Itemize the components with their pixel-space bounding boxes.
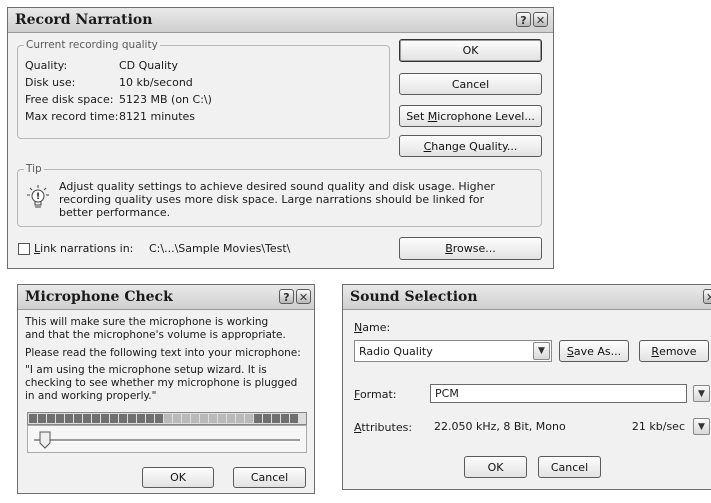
name-select[interactable]: Radio Quality ▼ (354, 340, 552, 362)
mic-cancel-button[interactable]: Cancel (233, 467, 306, 488)
name-value: Radio Quality (359, 344, 433, 358)
free-disk-label: Free disk space: (25, 93, 114, 106)
microphone-check-dialog: Microphone Check ? ✕ This will make sure… (17, 284, 315, 494)
close-icon[interactable]: ✕ (703, 289, 711, 304)
slider-thumb[interactable] (39, 431, 51, 452)
disk-use-label: Disk use: (25, 76, 76, 89)
sound-selection-dialog: Sound Selection ✕ Name: Radio Quality ▼ … (342, 284, 711, 490)
mic-check-quote: "I am using the microphone setup wizard.… (25, 364, 298, 402)
attributes-label: Attributes: (354, 421, 412, 434)
help-icon[interactable]: ? (279, 289, 294, 304)
chevron-down-icon[interactable]: ▼ (693, 418, 710, 435)
mic-ok-label: OK (170, 471, 186, 484)
close-icon[interactable]: ✕ (296, 289, 311, 304)
set-microphone-level-button[interactable]: Set Microphone Level... (399, 105, 542, 127)
format-select[interactable]: PCM (430, 384, 687, 403)
record-narration-titlebar: Record Narration ? ✕ (8, 8, 553, 33)
format-label-text: ormat: (359, 388, 397, 401)
change-quality-button[interactable]: Change Quality... (399, 135, 542, 157)
remove-label: emove (659, 344, 697, 358)
attributes-label-text: ttributes: (361, 421, 413, 434)
change-quality-label: hange Quality... (431, 139, 518, 153)
sound-ok-button[interactable]: OK (464, 456, 527, 478)
set-mic-label-accel: M (427, 109, 438, 123)
sound-cancel-button[interactable]: Cancel (538, 456, 601, 478)
sound-selection-title: Sound Selection (350, 289, 478, 305)
ok-button[interactable]: OK (399, 39, 542, 62)
mic-check-title: Microphone Check (25, 289, 173, 305)
format-label: Format: (354, 388, 396, 401)
link-path: C:\...\Sample Movies\Test\ (149, 242, 291, 255)
attributes-value: 22.050 kHz, 8 Bit, Mono (434, 420, 566, 433)
change-quality-accel: C (423, 139, 432, 153)
name-accel: N (354, 321, 363, 334)
link-narrations-checkbox[interactable] (18, 243, 30, 255)
quality-label: Quality: (25, 59, 68, 72)
chevron-down-icon[interactable]: ▼ (693, 385, 710, 402)
attributes-rate: 21 kb/sec (631, 420, 685, 433)
remove-button[interactable]: Remove (639, 340, 709, 362)
save-as-button[interactable]: Save As... (559, 340, 629, 362)
volume-slider[interactable] (27, 425, 307, 453)
link-label-text: ink narrations in: (40, 242, 134, 255)
name-label: Name: (354, 321, 390, 334)
max-record-label: Max record time: (25, 110, 119, 123)
mic-check-line2: Please read the following text into your… (25, 347, 301, 359)
disk-use-value: 10 kb/second (119, 76, 193, 89)
tip-lightbulb-icon: ! (27, 184, 49, 213)
slider-track (34, 439, 300, 442)
tip-group: Tip ! Adjust quality settings to achieve… (17, 163, 542, 227)
name-label-text: ame: (362, 321, 391, 334)
set-mic-label-post: icrophone Level... (437, 109, 535, 123)
set-mic-label-pre: Set (406, 109, 428, 123)
close-icon[interactable]: ✕ (533, 12, 548, 27)
cancel-button-label: Cancel (451, 77, 490, 91)
mic-check-line1: This will make sure the microphone is wo… (25, 316, 286, 341)
save-as-accel: S (566, 344, 574, 358)
mic-cancel-label: Cancel (250, 471, 289, 484)
format-value: PCM (435, 387, 459, 400)
help-icon[interactable]: ? (516, 12, 531, 27)
save-as-label: ave As... (573, 344, 622, 358)
svg-text:!: ! (36, 192, 40, 202)
link-narrations-label[interactable]: Link narrations in: (34, 242, 133, 255)
browse-label: rowse... (452, 242, 496, 255)
current-quality-legend: Current recording quality (24, 39, 160, 51)
cancel-button[interactable]: Cancel (399, 73, 542, 95)
sound-ok-label: OK (487, 460, 504, 474)
browse-accel: B (445, 242, 453, 255)
tip-text: Adjust quality settings to achieve desir… (59, 180, 495, 219)
ok-button-label: OK (462, 44, 479, 57)
attributes-select[interactable]: 22.050 kHz, 8 Bit, Mono 21 kb/sec (430, 416, 687, 437)
chevron-down-icon[interactable]: ▼ (533, 342, 550, 360)
tip-legend: Tip (24, 163, 44, 175)
current-quality-group: Current recording quality Quality: CD Qu… (17, 39, 390, 139)
quality-value: CD Quality (119, 59, 178, 72)
max-record-value: 8121 minutes (119, 110, 196, 123)
browse-button[interactable]: Browse... (399, 237, 542, 260)
record-narration-title: Record Narration (15, 12, 153, 28)
mic-check-titlebar: Microphone Check ? ✕ (18, 285, 314, 310)
remove-accel: R (651, 344, 660, 358)
record-narration-dialog: Record Narration ? ✕ Current recording q… (7, 7, 554, 269)
volume-meter (27, 412, 307, 425)
mic-ok-button[interactable]: OK (142, 467, 214, 488)
sound-selection-titlebar: Sound Selection ✕ (343, 285, 711, 310)
sound-cancel-label: Cancel (550, 460, 589, 474)
free-disk-value: 5123 MB (on C:\) (119, 93, 212, 106)
